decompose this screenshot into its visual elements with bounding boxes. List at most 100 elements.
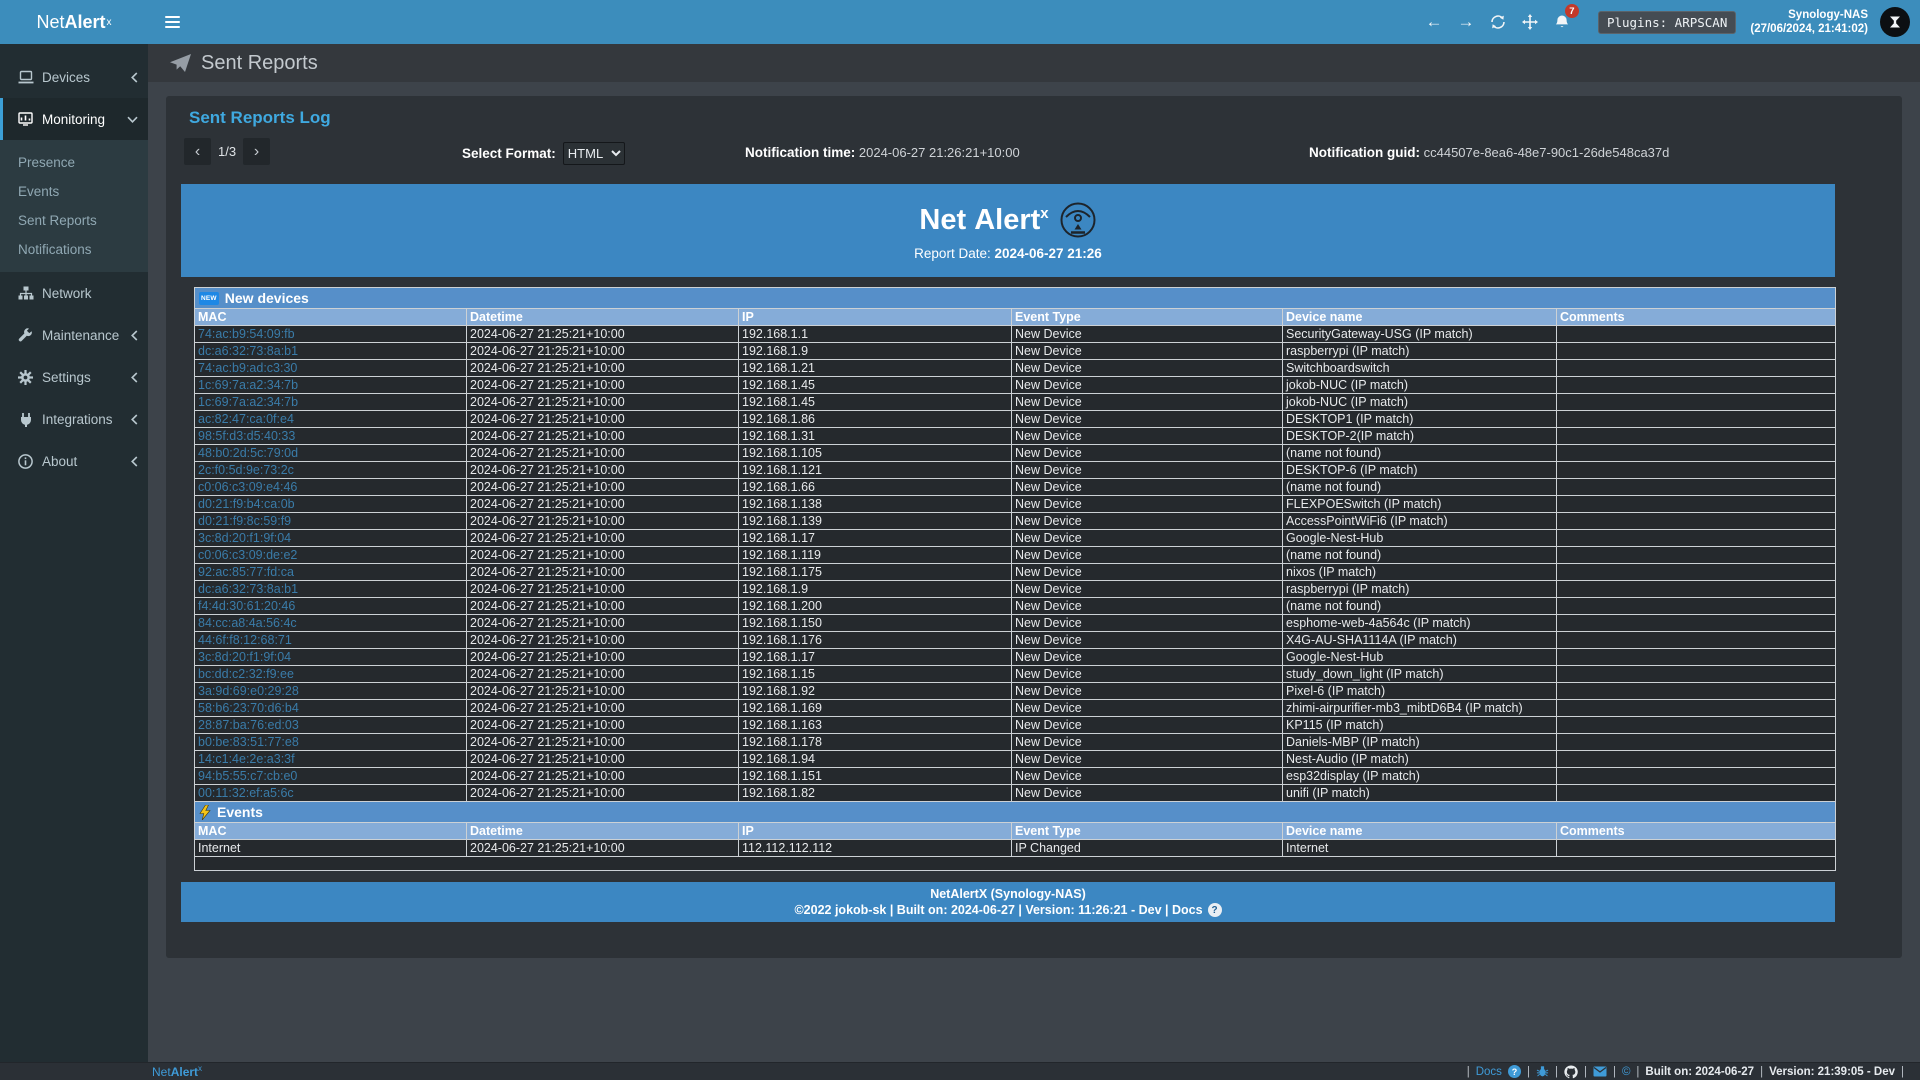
sidebar-item-maintenance[interactable]: Maintenance [0,314,148,356]
user-avatar[interactable] [1880,7,1910,37]
report-date: Report Date: 2024-06-27 21:26 [914,246,1102,261]
mac-link[interactable]: 48:b0:2d:5c:79:0d [198,446,298,460]
nav-back-icon[interactable]: ← [1418,0,1450,44]
sidebar-subitem[interactable]: Notifications [0,235,148,264]
cell-device-name: jokob-NUC (IP match) [1283,394,1557,411]
mac-link[interactable]: 2c:f0:5d:9e:73:2c [198,463,294,477]
sidebar-item-devices[interactable]: Devices [0,56,148,98]
cell-device-name: Internet [1283,840,1557,857]
mac-link[interactable]: 44:6f:f8:12:68:71 [198,633,292,647]
mail-icon[interactable] [1593,1066,1607,1077]
app-logo[interactable]: NetAlertx [0,0,148,44]
table-row: ac:82:47:ca:0f:e4 2024-06-27 21:25:21+10… [195,411,1836,428]
cell-datetime: 2024-06-27 21:25:21+10:00 [467,615,739,632]
cell-datetime: 2024-06-27 21:25:21+10:00 [467,445,739,462]
mac-link[interactable]: 00:11:32:ef:a5:6c [198,786,294,800]
mac-link[interactable]: 84:cc:a8:4a:56:4c [198,616,297,630]
bug-icon[interactable] [1536,1065,1549,1078]
nav-forward-icon[interactable]: → [1450,0,1482,44]
cell-mac: 92:ac:85:77:fd:ca [195,564,467,581]
mac-link[interactable]: bc:dd:c2:32:f9:ee [198,667,294,681]
cell-ip: 192.168.1.138 [739,496,1012,513]
format-select[interactable]: HTML [563,142,625,165]
cell-comments [1557,581,1836,598]
cell-mac: d0:21:f9:b4:ca:0b [195,496,467,513]
mac-link[interactable]: 1c:69:7a:a2:34:7b [198,395,298,409]
docs-link[interactable]: Docs [1476,1066,1502,1078]
sidebar-item-settings[interactable]: Settings [0,356,148,398]
mac-link[interactable]: 98:5f:d3:d5:40:33 [198,429,295,443]
mac-link[interactable]: dc:a6:32:73:8a:b1 [198,582,298,596]
sidebar-item-about[interactable]: About [0,440,148,482]
cell-datetime: 2024-06-27 21:25:21+10:00 [467,564,739,581]
sidebar-item-integrations[interactable]: Integrations [0,398,148,440]
refresh-icon[interactable] [1482,0,1514,44]
footer-brand[interactable]: NetAlertx [152,1064,202,1079]
copyright-link[interactable]: © [1622,1066,1630,1078]
cell-datetime: 2024-06-27 21:25:21+10:00 [467,840,739,857]
plugins-status-pill[interactable]: Plugins: ARPSCAN [1598,11,1736,34]
mac-link[interactable]: 92:ac:85:77:fd:ca [198,565,294,579]
table-row: 14:c1:4e:2e:a3:3f 2024-06-27 21:25:21+10… [195,751,1836,768]
mac-link[interactable]: 14:c1:4e:2e:a3:3f [198,752,295,766]
sidebar-subitem[interactable]: Presence [0,148,148,177]
cell-comments [1557,649,1836,666]
notifications-bell-icon[interactable]: 7 [1546,0,1578,44]
cell-datetime: 2024-06-27 21:25:21+10:00 [467,581,739,598]
cell-mac: c0:06:c3:09:de:e2 [195,547,467,564]
cell-mac: dc:a6:32:73:8a:b1 [195,343,467,360]
pager-prev-button[interactable]: ‹ [184,138,211,165]
mac-link[interactable]: 74:ac:b9:54:09:fb [198,327,295,341]
sidebar-item-network[interactable]: Network [0,272,148,314]
cell-device-name: Pixel-6 (IP match) [1283,683,1557,700]
cell-mac: 44:6f:f8:12:68:71 [195,632,467,649]
laptop-icon [17,70,34,84]
cell-mac: c0:06:c3:09:e4:46 [195,479,467,496]
cell-ip: 192.168.1.9 [739,581,1012,598]
mac-link[interactable]: 74:ac:b9:ad:c3:30 [198,361,297,375]
sidebar-item-monitoring[interactable]: Monitoring [0,98,148,140]
question-circle-icon[interactable]: ? [1508,1065,1521,1078]
mac-link[interactable]: 28:87:ba:76:ed:03 [198,718,299,732]
report-footer-line1: NetAlertX (Synology-NAS) [930,887,1086,901]
cell-comments [1557,615,1836,632]
move-icon[interactable] [1514,0,1546,44]
mac-link[interactable]: c0:06:c3:09:de:e2 [198,548,297,562]
mac-link[interactable]: c0:06:c3:09:e4:46 [198,480,297,494]
cell-event-type: New Device [1012,326,1283,343]
wrench-icon [17,328,34,343]
cell-datetime: 2024-06-27 21:25:21+10:00 [467,394,739,411]
cell-comments [1557,411,1836,428]
cell-device-name: FLEXPOESwitch (IP match) [1283,496,1557,513]
sidebar-toggle-icon[interactable] [150,0,194,44]
mac-link[interactable]: d0:21:f9:8c:59:f9 [198,514,291,528]
cell-mac: 1c:69:7a:a2:34:7b [195,377,467,394]
cell-ip: 192.168.1.15 [739,666,1012,683]
cell-device-name: Switchboardswitch [1283,360,1557,377]
mac-link[interactable]: 3c:8d:20:f1:9f:04 [198,650,291,664]
mac-link[interactable]: f4:4d:30:61:20:46 [198,599,295,613]
cell-comments [1557,479,1836,496]
table-row: 1c:69:7a:a2:34:7b 2024-06-27 21:25:21+10… [195,394,1836,411]
github-icon[interactable] [1564,1065,1578,1079]
mac-link[interactable]: 1c:69:7a:a2:34:7b [198,378,298,392]
mac-link[interactable]: ac:82:47:ca:0f:e4 [198,412,294,426]
mac-link[interactable]: d0:21:f9:b4:ca:0b [198,497,295,511]
cell-mac: 00:11:32:ef:a5:6c [195,785,467,802]
lightning-icon [199,805,211,820]
sidebar-subitem[interactable]: Sent Reports [0,206,148,235]
mac-link[interactable]: 3a:9d:69:e0:29:28 [198,684,299,698]
cell-comments [1557,768,1836,785]
mac-link[interactable]: 3c:8d:20:f1:9f:04 [198,531,291,545]
cell-comments [1557,666,1836,683]
mac-link[interactable]: 94:b5:55:c7:cb:e0 [198,769,297,783]
mac-link[interactable]: 58:b6:23:70:d6:b4 [198,701,299,715]
pager-next-button[interactable]: › [243,138,270,165]
sidebar-item-label: Devices [42,70,90,85]
cell-event-type: New Device [1012,717,1283,734]
cell-device-name: DESKTOP-2(IP match) [1283,428,1557,445]
mac-link[interactable]: b0:be:83:51:77:e8 [198,735,299,749]
mac-link[interactable]: dc:a6:32:73:8a:b1 [198,344,298,358]
cell-datetime: 2024-06-27 21:25:21+10:00 [467,649,739,666]
sidebar-subitem[interactable]: Events [0,177,148,206]
